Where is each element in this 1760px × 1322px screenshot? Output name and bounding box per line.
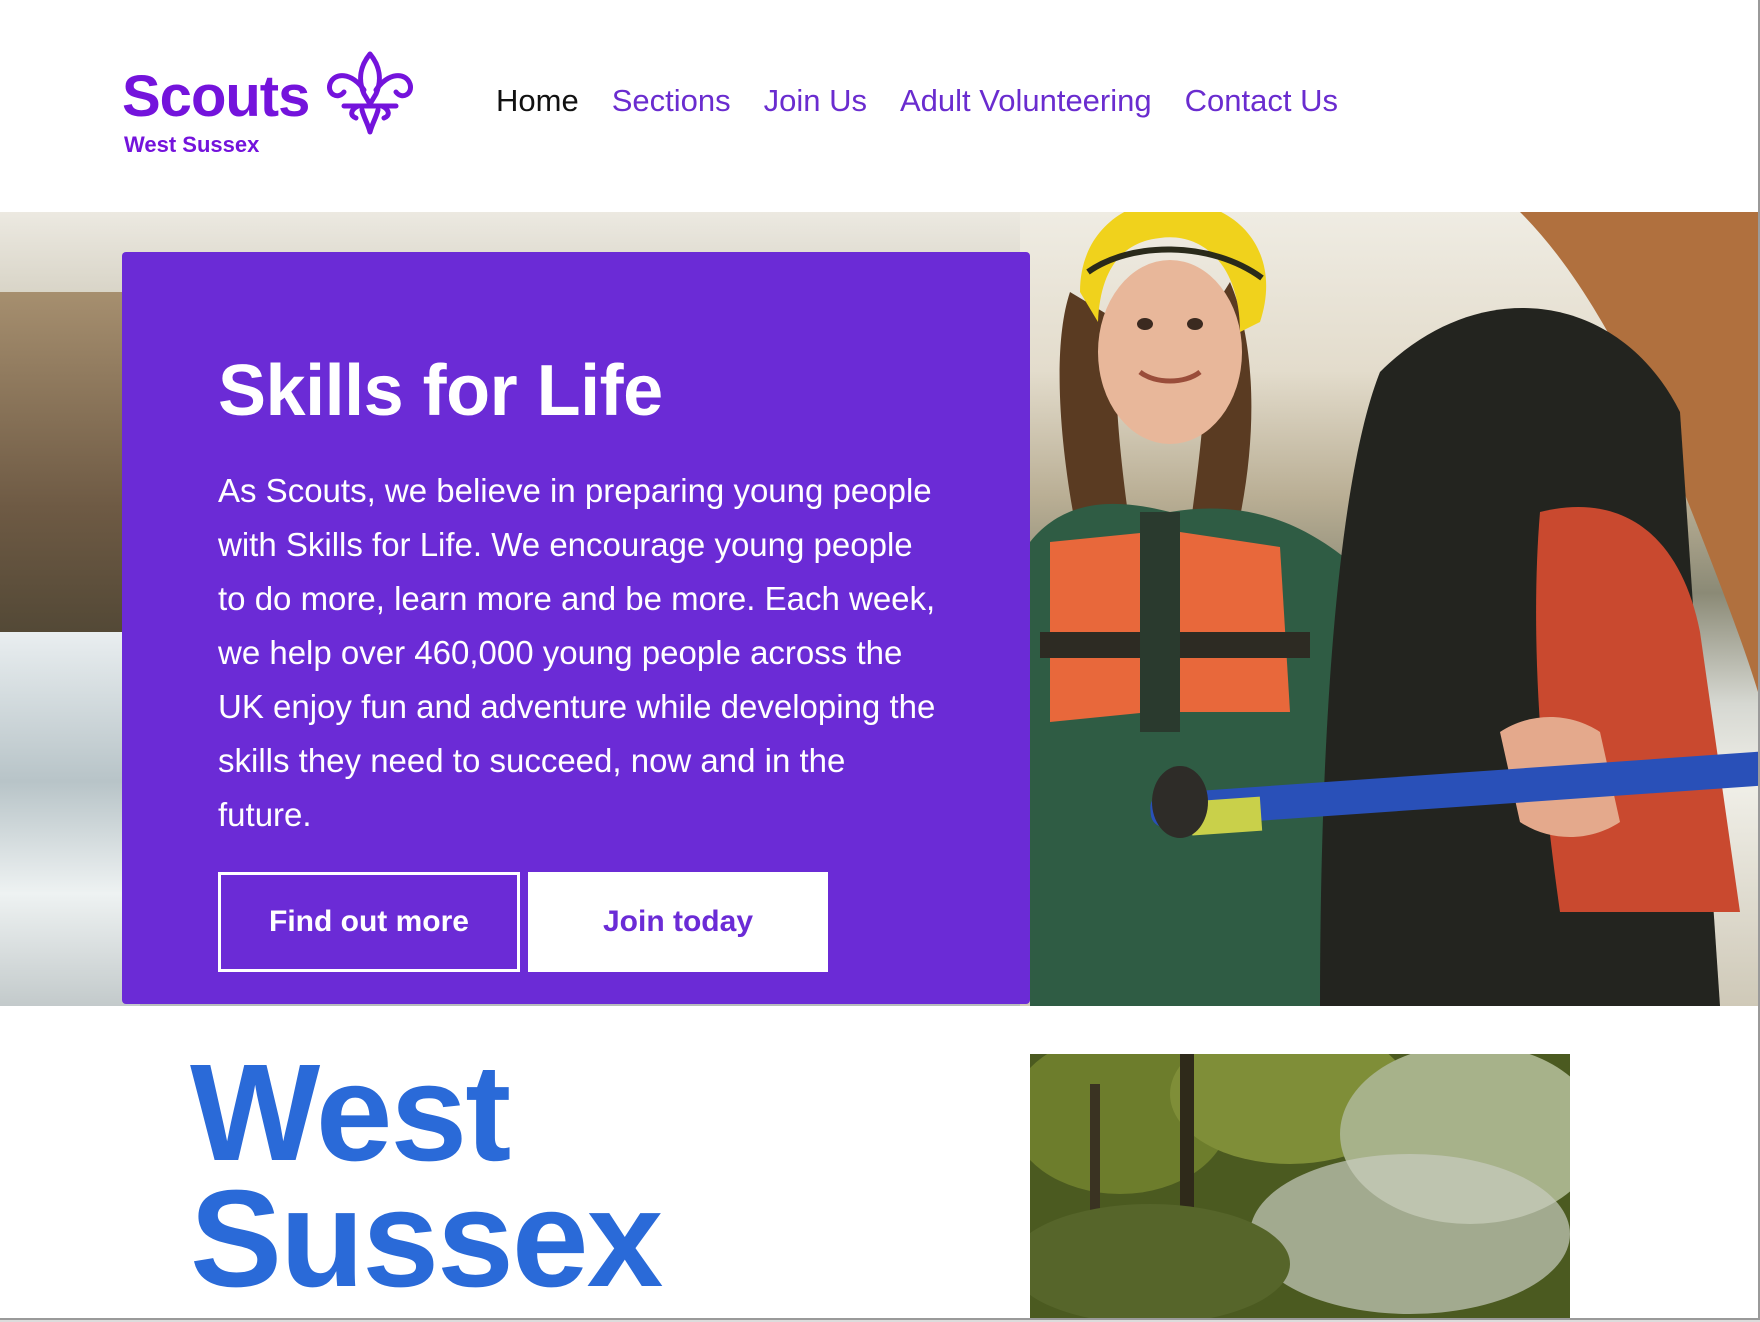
hero-hillside xyxy=(0,292,140,652)
logo-region: West Sussex xyxy=(124,132,260,157)
site-header: Scouts West Sussex Home Sections Join Us… xyxy=(0,0,1758,212)
logo-wordmark: Scouts xyxy=(122,64,310,129)
hero-section: Skills for Life As Scouts, we believe in… xyxy=(0,212,1758,1006)
region-heading: West Sussex xyxy=(190,1044,663,1308)
region-heading-line2: Sussex xyxy=(190,1162,663,1316)
fleur-de-lis-icon xyxy=(327,51,413,135)
scouts-logo[interactable]: Scouts West Sussex xyxy=(122,50,422,160)
join-today-button[interactable]: Join today xyxy=(528,872,828,972)
hero-photo-paddler xyxy=(1320,212,1758,1006)
hero-title: Skills for Life xyxy=(218,351,663,431)
nav-contact-us[interactable]: Contact Us xyxy=(1185,82,1338,119)
hero-lake xyxy=(0,632,140,1006)
main-nav: Home Sections Join Us Adult Volunteering… xyxy=(496,82,1371,119)
hero-card: Skills for Life As Scouts, we believe in… xyxy=(122,252,1030,1004)
nav-home[interactable]: Home xyxy=(496,82,579,119)
woodland-photo xyxy=(1030,1054,1570,1318)
hero-photo-paddle xyxy=(1150,750,1758,838)
hero-description: As Scouts, we believe in preparing young… xyxy=(218,472,936,833)
find-out-more-button[interactable]: Find out more xyxy=(218,872,520,972)
nav-sections[interactable]: Sections xyxy=(612,82,731,119)
woodland-photo-illustration xyxy=(1030,1054,1570,1318)
nav-adult-volunteering[interactable]: Adult Volunteering xyxy=(900,82,1152,119)
nav-join-us[interactable]: Join Us xyxy=(764,82,867,119)
browser-viewport: Scouts West Sussex Home Sections Join Us… xyxy=(0,0,1760,1320)
